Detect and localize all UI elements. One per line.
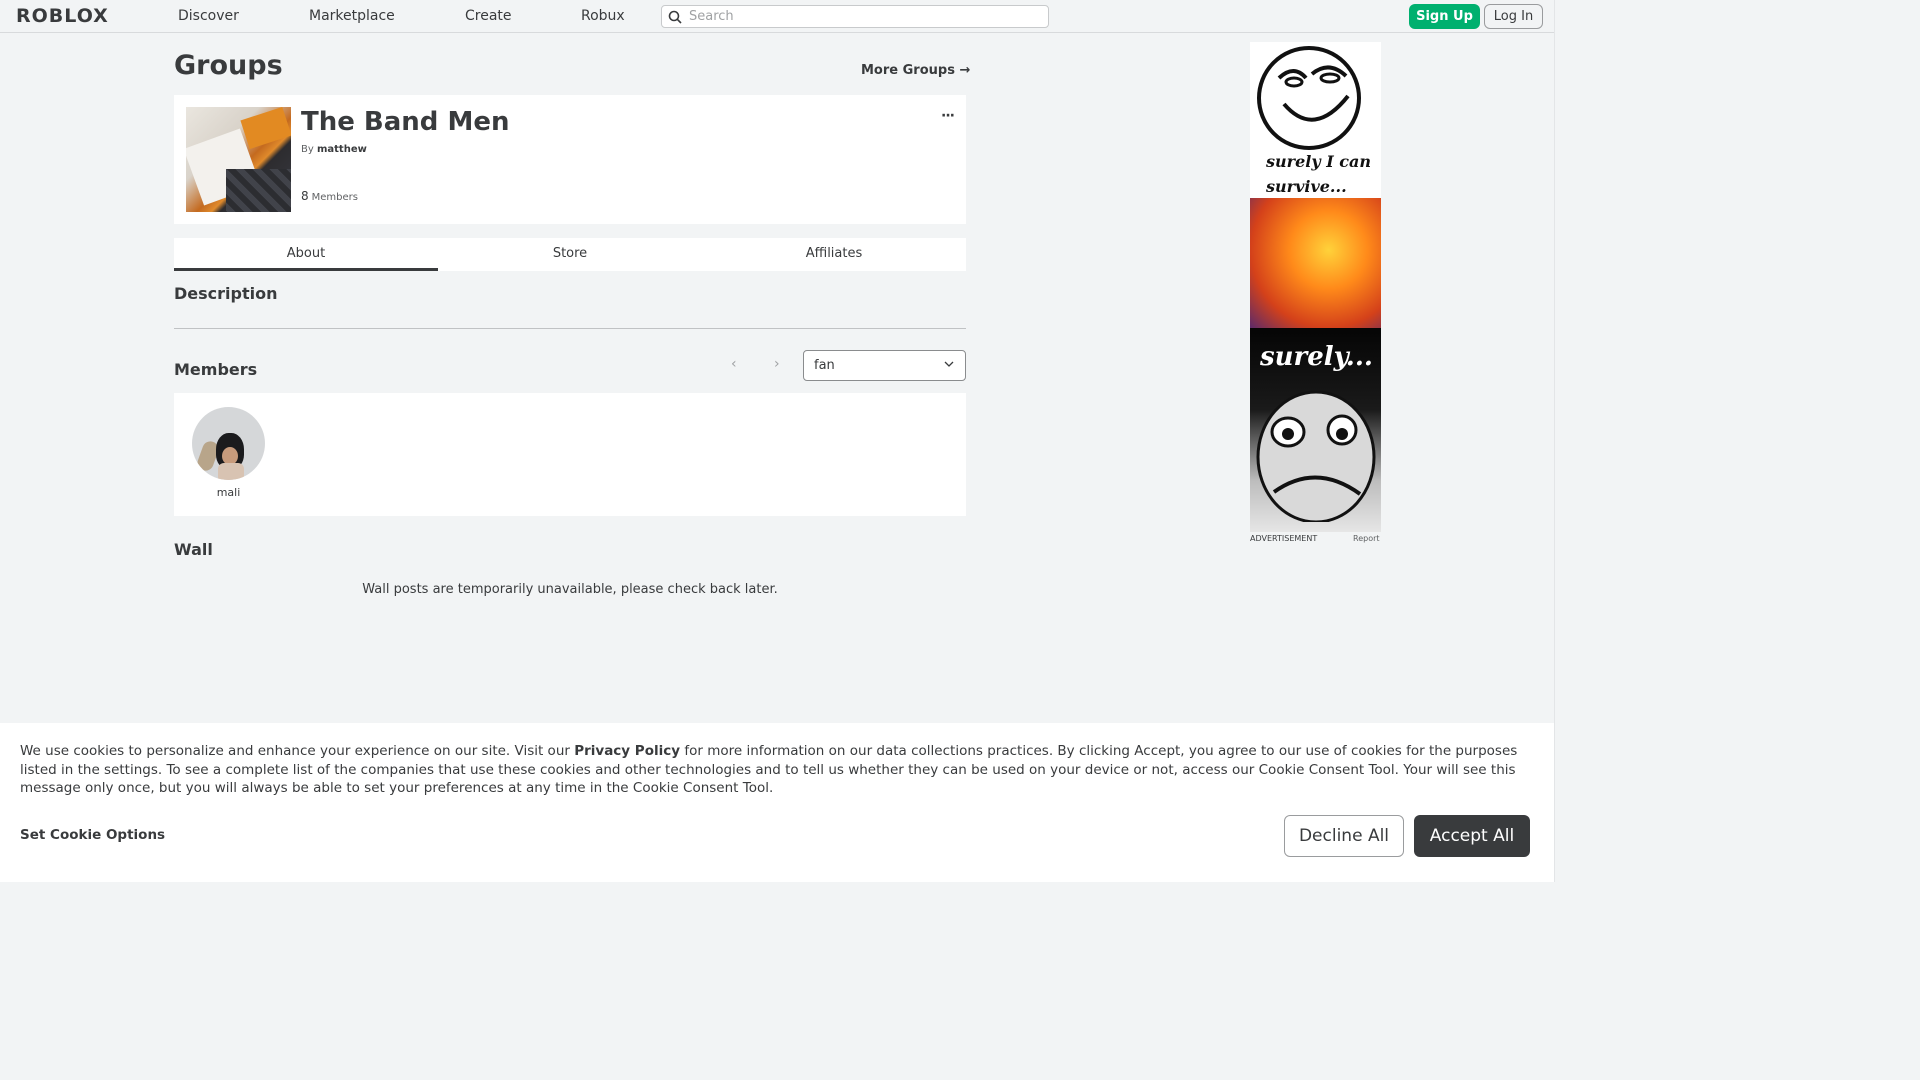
search-input[interactable] bbox=[689, 8, 1039, 25]
group-by-label: By bbox=[301, 144, 314, 155]
advertisement-banner[interactable]: surely I can survive... surely... bbox=[1250, 42, 1381, 532]
group-owner-line: By matthew bbox=[301, 144, 367, 155]
tab-store[interactable]: Store bbox=[438, 238, 702, 271]
troll-face-drawing bbox=[1257, 46, 1361, 150]
more-groups-link[interactable]: More Groups → bbox=[861, 63, 970, 78]
chevron-left-icon[interactable]: ‹ bbox=[731, 356, 737, 372]
ad-caption-bottom: surely... bbox=[1260, 342, 1373, 372]
roblox-logo[interactable]: ROBLOX bbox=[16, 5, 109, 27]
role-dropdown-value: fan bbox=[814, 358, 835, 373]
chevron-down-icon bbox=[944, 361, 954, 367]
top-navigation-bar: ROBLOX Discover Marketplace Create Robux… bbox=[0, 0, 1568, 33]
set-cookie-options-link[interactable]: Set Cookie Options bbox=[20, 827, 165, 843]
accept-all-button[interactable]: Accept All bbox=[1414, 815, 1530, 857]
chevron-right-icon[interactable]: › bbox=[774, 356, 780, 372]
more-options-icon[interactable]: ··· bbox=[941, 108, 955, 124]
search-box[interactable] bbox=[661, 5, 1049, 28]
nav-create-link[interactable]: Create bbox=[465, 8, 512, 24]
meme-face-drawing bbox=[1256, 390, 1376, 522]
wall-unavailable-message: Wall posts are temporarily unavailable, … bbox=[362, 582, 778, 597]
member-count-value: 8 bbox=[301, 189, 309, 203]
cookie-consent-text: We use cookies to personalize and enhanc… bbox=[20, 743, 1518, 796]
nav-discover-link[interactable]: Discover bbox=[178, 8, 239, 24]
group-name: The Band Men bbox=[301, 107, 510, 137]
member-count-label: Members bbox=[311, 192, 358, 203]
ad-game-scene bbox=[1250, 198, 1381, 328]
nav-robux-link[interactable]: Robux bbox=[581, 8, 625, 24]
privacy-policy-link[interactable]: Privacy Policy bbox=[574, 743, 680, 759]
group-emblem-image bbox=[186, 107, 291, 212]
role-dropdown[interactable]: fan bbox=[803, 350, 966, 381]
group-header-card: The Band Men By matthew 8 Members ··· bbox=[174, 95, 966, 224]
members-list: mali bbox=[174, 393, 966, 516]
advertisement-label: ADVERTISEMENT bbox=[1250, 534, 1318, 543]
decline-all-button[interactable]: Decline All bbox=[1284, 815, 1404, 857]
description-heading: Description bbox=[174, 284, 278, 303]
tab-affiliates[interactable]: Affiliates bbox=[702, 238, 966, 271]
tab-about[interactable]: About bbox=[174, 238, 438, 271]
section-divider bbox=[174, 328, 966, 329]
group-tabs: About Store Affiliates bbox=[174, 238, 966, 271]
avatar[interactable] bbox=[192, 407, 265, 480]
nav-marketplace-link[interactable]: Marketplace bbox=[309, 8, 395, 24]
wall-heading: Wall bbox=[174, 540, 213, 559]
log-in-button[interactable]: Log In bbox=[1484, 4, 1543, 29]
ad-report-link[interactable]: Report bbox=[1353, 534, 1380, 543]
search-icon bbox=[668, 10, 682, 24]
cookie-consent-banner: We use cookies to personalize and enhanc… bbox=[0, 723, 1554, 882]
page-title: Groups bbox=[174, 50, 283, 81]
member-card[interactable]: mali bbox=[192, 407, 265, 499]
ad-caption-top: surely I can survive... bbox=[1266, 152, 1371, 196]
member-username[interactable]: mali bbox=[192, 486, 265, 499]
members-heading: Members bbox=[174, 360, 258, 379]
group-member-count: 8 Members bbox=[301, 189, 358, 203]
sign-up-button[interactable]: Sign Up bbox=[1409, 4, 1480, 29]
page-scrollbar[interactable] bbox=[1554, 0, 1568, 882]
group-owner-link[interactable]: matthew bbox=[317, 144, 367, 155]
